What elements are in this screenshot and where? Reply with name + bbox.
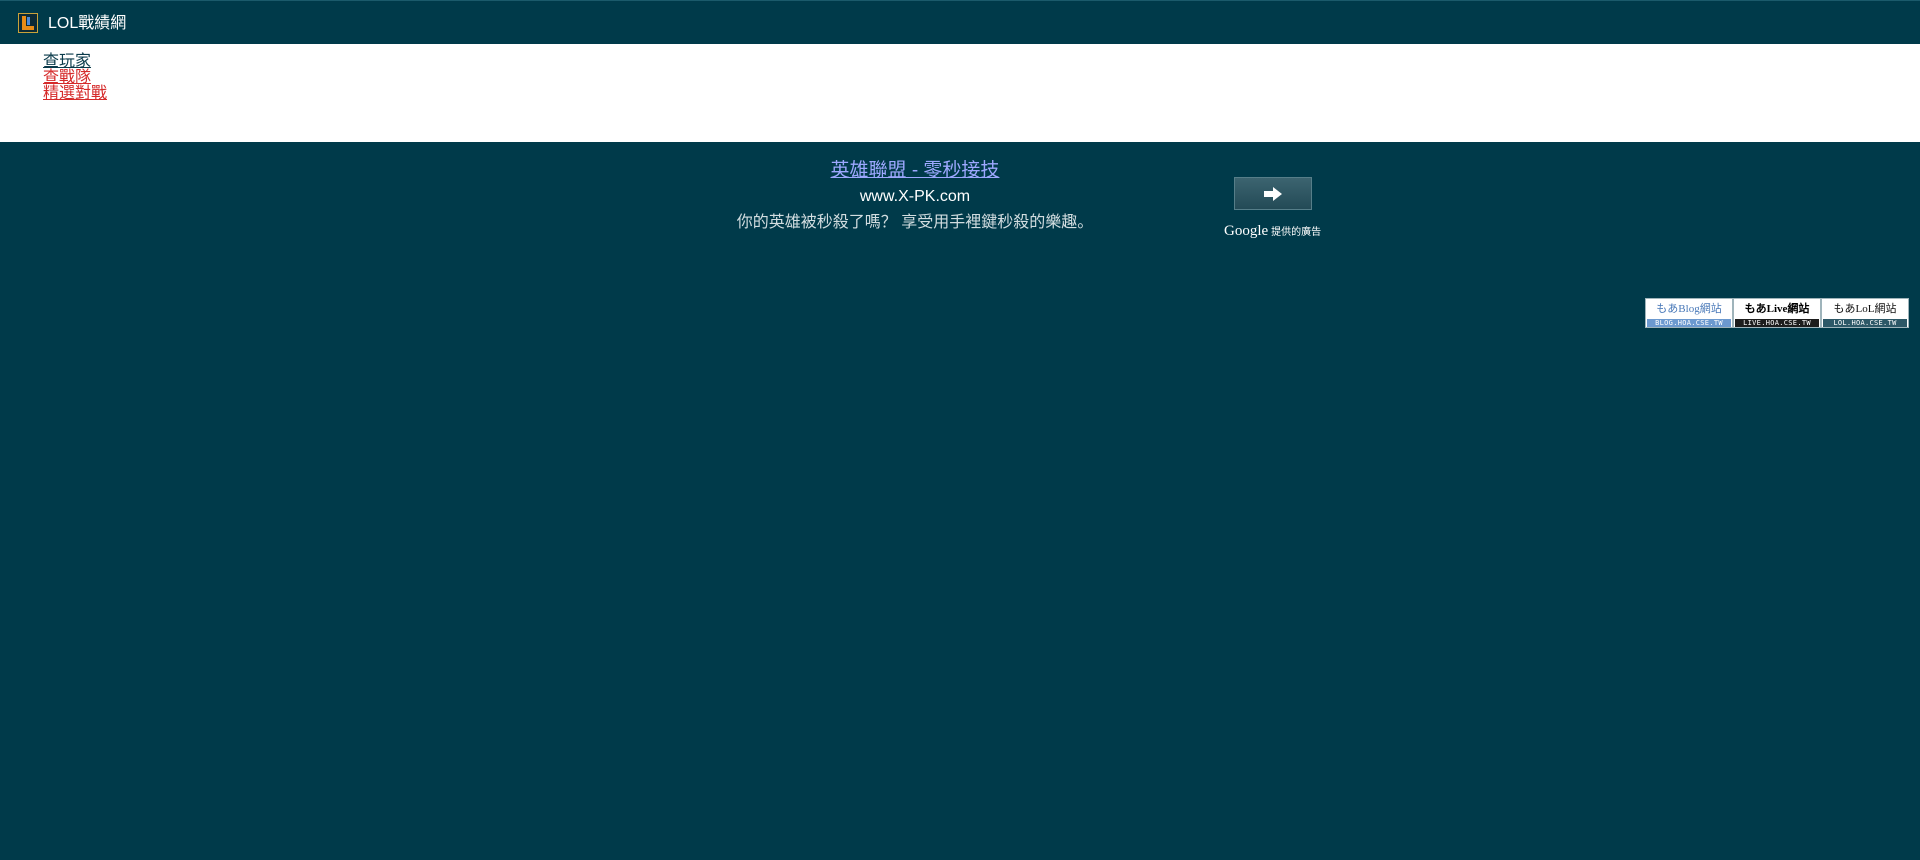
- partner-badges: もあBlog網站 BLOG.HOA.CSE.TW もあLive網站 LIVE.H…: [1645, 298, 1909, 328]
- ad-go-button[interactable]: [1234, 177, 1312, 210]
- badge-live-label: もあLive網站: [1744, 303, 1810, 315]
- arrow-right-icon: [1264, 187, 1282, 201]
- badge-blog-url: BLOG.HOA.CSE.TW: [1647, 319, 1731, 327]
- site-header: LOL戰績網: [0, 0, 1920, 44]
- ad-url[interactable]: www.X-PK.com: [700, 185, 1130, 209]
- nav-link-teams[interactable]: 查戰隊: [43, 70, 91, 86]
- badge-blog-label: もあBlog網站: [1656, 303, 1722, 315]
- nav-menu: 查玩家 查戰隊 精選對戰: [0, 44, 1920, 142]
- google-logo: Google: [1224, 223, 1269, 239]
- badge-lol[interactable]: もあLoL網站 LOL.HOA.CSE.TW: [1821, 298, 1909, 328]
- ad-attribution[interactable]: Google 提供的廣告: [1224, 220, 1321, 242]
- google-ad: 英雄聯盟 - 零秒接技 www.X-PK.com 你的英雄被秒殺了嗎？ 享受用手…: [700, 158, 1130, 235]
- nav-link-featured-matches[interactable]: 精選對戰: [43, 86, 107, 102]
- site-title[interactable]: LOL戰績網: [48, 13, 126, 35]
- badge-live[interactable]: もあLive網站 LIVE.HOA.CSE.TW: [1733, 298, 1821, 328]
- ad-attribution-text: 提供的廣告: [1271, 227, 1322, 238]
- nav-link-players[interactable]: 查玩家: [43, 54, 91, 70]
- badge-lol-url: LOL.HOA.CSE.TW: [1823, 319, 1907, 327]
- lol-logo-icon[interactable]: [18, 13, 38, 33]
- ad-description: 你的英雄被秒殺了嗎？ 享受用手裡鍵秒殺的樂趣。: [736, 214, 1094, 231]
- badge-live-url: LIVE.HOA.CSE.TW: [1735, 319, 1819, 327]
- badge-blog[interactable]: もあBlog網站 BLOG.HOA.CSE.TW: [1645, 298, 1733, 328]
- ad-title-link[interactable]: 英雄聯盟 - 零秒接技: [700, 158, 1130, 184]
- badge-lol-label: もあLoL網站: [1833, 303, 1897, 315]
